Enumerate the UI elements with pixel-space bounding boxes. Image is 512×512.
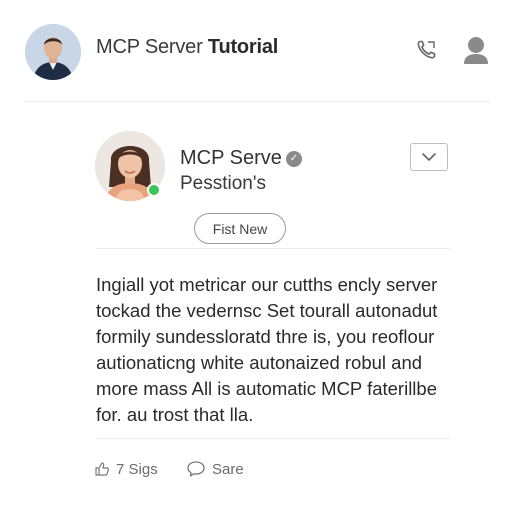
chevron-down-icon bbox=[422, 153, 436, 161]
man-portrait bbox=[25, 24, 81, 80]
page-title-bold: Tutorial bbox=[207, 36, 279, 58]
header-avatar[interactable] bbox=[25, 24, 81, 80]
card-title-text: MCP Serve bbox=[180, 147, 282, 169]
card-divider bbox=[96, 248, 450, 249]
header: MCP Server Tutorial bbox=[0, 0, 512, 100]
save-button[interactable]: Sare bbox=[186, 456, 244, 482]
post-line: more mass All is automatic MCP faterillb… bbox=[96, 378, 437, 399]
profile-avatar[interactable] bbox=[95, 131, 165, 201]
post-line: for. au trost that lla. bbox=[96, 404, 254, 425]
page: MCP Server Tutorial MCP Serve ✓ Pesstion… bbox=[0, 0, 512, 512]
first-new-button[interactable]: Fist New bbox=[194, 213, 286, 244]
header-divider bbox=[25, 101, 490, 102]
post-line: tockad the vedernsc Set tourall autonadu… bbox=[96, 300, 438, 321]
save-label: Sare bbox=[212, 460, 244, 478]
comment-icon bbox=[187, 461, 205, 477]
post-line: Ingiall yot metricar our cutths encly se… bbox=[96, 274, 438, 295]
page-title: MCP Server Tutorial bbox=[96, 36, 278, 59]
post-body: Ingiall yot metricar our cutths encly se… bbox=[96, 272, 456, 428]
online-status-dot bbox=[147, 183, 161, 197]
thumbs-up-icon bbox=[95, 462, 109, 476]
card-title: MCP Serve ✓ bbox=[180, 147, 302, 170]
post-line: formily sundessloratd thre is, you reofl… bbox=[96, 326, 435, 347]
phone-icon[interactable] bbox=[414, 38, 438, 62]
dropdown-button[interactable] bbox=[410, 143, 448, 171]
page-title-regular: MCP Server bbox=[96, 36, 208, 58]
verified-badge-icon: ✓ bbox=[285, 150, 302, 167]
likes-count: 7 Sigs bbox=[116, 460, 158, 478]
user-icon[interactable] bbox=[462, 35, 490, 65]
post-divider bbox=[96, 438, 450, 439]
post-line: autionaticng white autonaized robul and bbox=[96, 352, 423, 373]
likes-button[interactable]: 7 Sigs bbox=[94, 456, 158, 482]
card-subtitle: Pesstion's bbox=[180, 173, 267, 194]
